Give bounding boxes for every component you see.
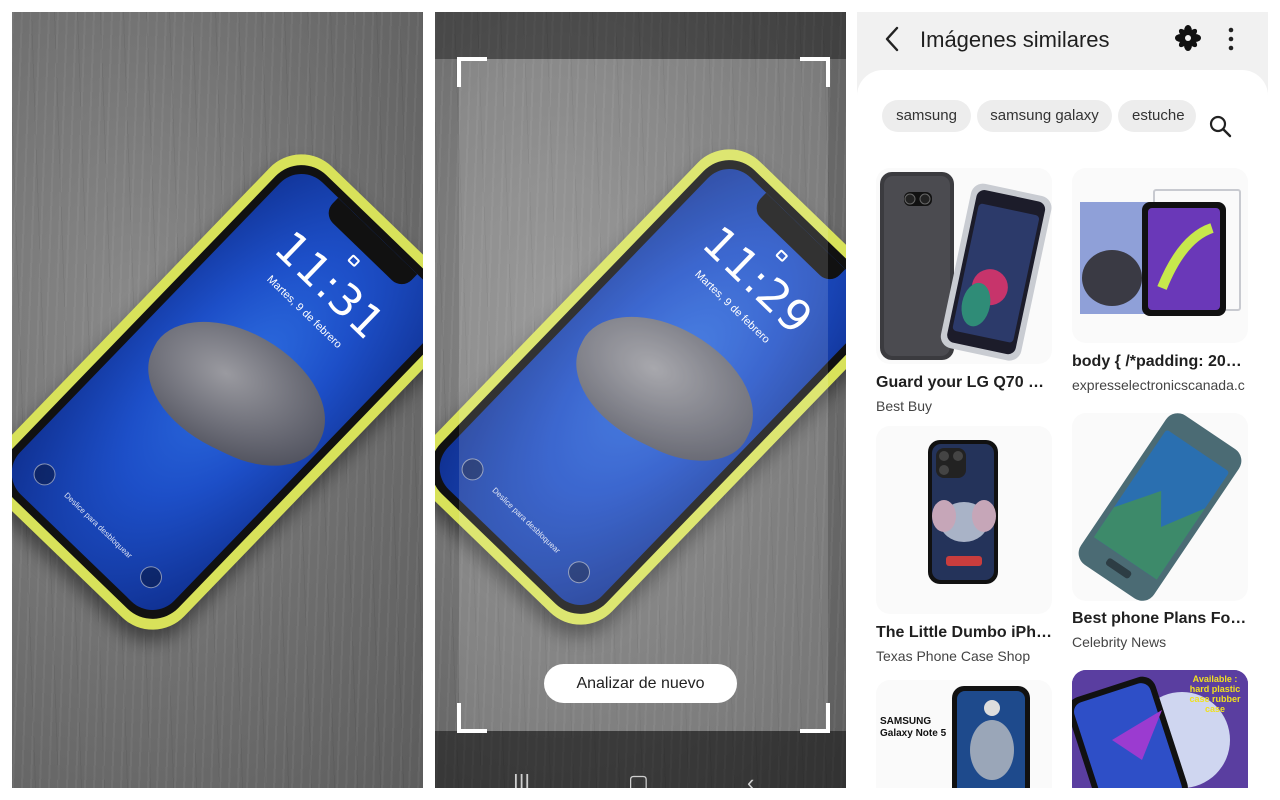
lg-phone-image [880,172,1052,361]
result-source: expresselectronicscanada.c [1072,377,1245,393]
chip-estuche[interactable]: estuche [1118,100,1196,132]
result-thumbnail: SAMSUNG Galaxy Note 5 [876,680,1052,788]
result-card[interactable]: The Little Dumbo iPho... Texas Phone Cas… [876,426,1052,666]
bixby-vision-icon[interactable] [1174,24,1202,52]
scan-panel: 11:29 Martes, 9 de febrero Deslice para … [435,12,846,788]
chip-samsung[interactable]: samsung [882,100,971,132]
system-nav-bar: ||| ▢ ‹ [435,772,846,789]
result-source: Celebrity News [1072,634,1167,650]
result-thumbnail: Available : hard plastic case rubber cas… [1072,670,1248,788]
result-card[interactable]: Available : hard plastic case rubber cas… [1072,670,1248,788]
result-title: The Little Dumbo iPho... [876,624,1052,641]
result-source: Best Buy [876,398,933,414]
phone-lock-screen: 11:31 Martes, 9 de febrero Deslice para … [12,161,423,623]
similar-images-panel: Imágenes similares samsung samsung galax… [857,12,1268,788]
back-arrow-icon[interactable] [879,24,905,54]
wolf-phone-case-image [952,686,1030,788]
page-title: Imágenes similares [920,27,1110,52]
reanalyze-button[interactable]: Analizar de nuevo [544,664,737,703]
result-thumbnail [1072,168,1248,343]
crop-handle-bottom-left[interactable] [457,703,487,733]
home-icon[interactable]: ▢ [628,772,649,789]
app-header: Imágenes similares [857,12,1268,70]
scan-selection-area[interactable] [459,59,828,731]
result-thumbnail [1072,413,1248,601]
back-nav-icon[interactable]: ‹ [747,772,754,789]
result-card[interactable]: SAMSUNG Galaxy Note 5 [876,680,1052,788]
result-title: Best phone Plans For ... [1072,610,1248,627]
result-card[interactable]: Best phone Plans For ... Celebrity News [1072,413,1248,653]
scan-overlay-top [435,12,846,59]
case-availability-text: Available : hard plastic case rubber cas… [1189,674,1241,714]
search-icon[interactable] [1208,114,1232,138]
result-title: Guard your LG Q70 ag... [876,374,1052,391]
recent-apps-icon[interactable]: ||| [513,772,530,789]
result-thumbnail [876,168,1052,364]
tablet-image [1080,189,1241,316]
result-card[interactable]: body { /*padding: 20p... expresselectron… [1072,168,1248,396]
results-sheet: samsung samsung galaxy estuche Guard you… [857,70,1268,788]
more-options-icon[interactable] [1221,26,1241,52]
phone-illustration: 11:31 Martes, 9 de febrero Deslice para … [12,136,423,648]
galaxy-phone-image [1078,413,1242,601]
result-thumbnail [876,426,1052,614]
crop-handle-bottom-right[interactable] [800,703,830,733]
result-card[interactable]: Guard your LG Q70 ag... Best Buy [876,168,1052,414]
result-source: Texas Phone Case Shop [876,648,1031,664]
lock-icon [347,254,361,268]
dumbo-phone-case-image [928,440,998,584]
result-title: body { /*padding: 20p... [1072,353,1248,370]
crop-handle-top-left[interactable] [457,57,487,87]
chip-samsung-galaxy[interactable]: samsung galaxy [977,100,1112,132]
photo-panel: 11:31 Martes, 9 de febrero Deslice para … [12,12,423,788]
crop-handle-top-right[interactable] [800,57,830,87]
